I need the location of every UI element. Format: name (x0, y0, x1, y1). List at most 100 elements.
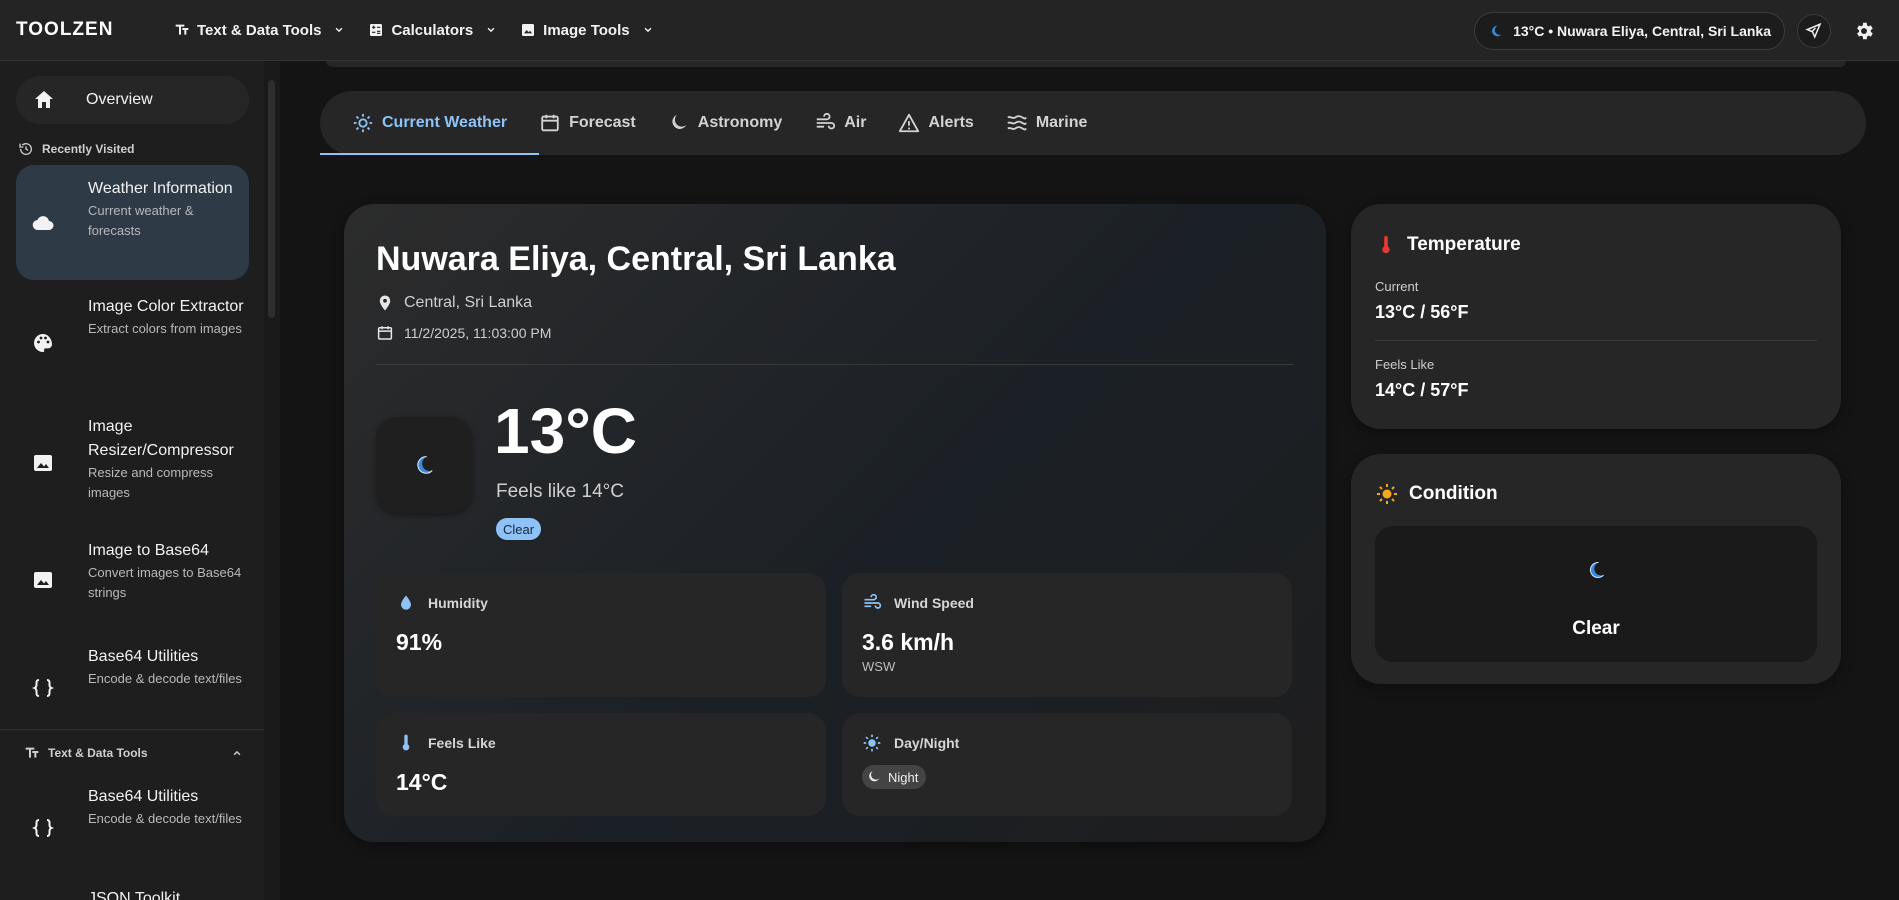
moon-icon (1492, 25, 1502, 36)
calendar-icon (541, 114, 559, 132)
recently-visited-header: Recently Visited (18, 141, 134, 157)
weather-chip-text: 13°C • Nuwara Eliya, Central, Sri Lanka (1513, 22, 1771, 39)
topnav-label: Image Tools (543, 21, 630, 39)
sidebar-item-json-toolkit[interactable]: JSON Toolkit (16, 877, 249, 900)
sidebar-item-image-resizer[interactable]: Image Resizer/Compressor Resize and comp… (16, 405, 249, 520)
topnav-image-tools[interactable]: Image Tools (520, 22, 654, 39)
sidebar-item-title: Base64 Utilities (88, 648, 199, 665)
wind-speed-card: Wind Speed 3.6 km/h WSW (842, 573, 1292, 697)
stat-value: 14°C (396, 769, 448, 795)
image-icon (34, 454, 52, 471)
header-card-edge (326, 61, 1846, 67)
top-right-controls: 13°C • Nuwara Eliya, Central, Sri Lanka (1474, 0, 1899, 61)
tab-label: Current Weather (382, 114, 508, 131)
feels-like-card: Feels Like 14°C (376, 713, 826, 816)
text-data-tools-header[interactable]: Text & Data Tools (24, 745, 244, 761)
location-region: Central, Sri Lanka (376, 294, 532, 312)
weather-tabs: Current Weather Forecast Astronomy Air A… (319, 91, 1866, 155)
current-label: Current (1375, 279, 1419, 294)
section-title: Recently Visited (42, 142, 135, 156)
stat-label: Day/Night (894, 735, 960, 751)
sidebar-item-image-to-base64[interactable]: Image to Base64 Convert images to Base64… (16, 525, 249, 635)
topnav-calculators[interactable]: Calculators (368, 22, 498, 39)
day-night-value: Night (888, 769, 919, 785)
night-icon (869, 771, 880, 782)
water-drop-icon (401, 595, 411, 610)
card-title: Temperature (1407, 234, 1521, 255)
sidebar-item-title: Weather Information (88, 180, 233, 197)
location-search-icon (1805, 22, 1822, 39)
condition-icon-box (376, 417, 472, 513)
sidebar-item-desc: Extract colors from images (88, 321, 242, 336)
feels-like-value: 14°C / 57°F (1375, 380, 1469, 400)
tab-air[interactable]: Air (814, 91, 898, 155)
tab-label: Marine (1035, 114, 1088, 131)
chevron-up-icon[interactable] (230, 746, 244, 760)
chevron-down-icon (487, 27, 495, 33)
wind-icon (864, 593, 882, 609)
stat-header: Day/Night (862, 733, 959, 753)
code-braces-icon (31, 819, 55, 837)
night-icon (672, 114, 687, 129)
stat-header: Feels Like (396, 733, 496, 753)
sidebar-item-base64-utilities-2[interactable]: Base64 Utilities Encode & decode text/fi… (16, 773, 249, 883)
settings-button[interactable] (1851, 18, 1877, 44)
sidebar-item-title: Base64 Utilities (88, 788, 199, 805)
waves-icon (1007, 115, 1027, 131)
stat-label: Wind Speed (894, 595, 974, 611)
text-format-icon (25, 747, 39, 758)
sidebar-item-desc: Convert images to Base64 strings (88, 565, 242, 600)
air-icon (816, 112, 836, 130)
stat-header: Humidity (396, 593, 488, 613)
wind-direction: WSW (862, 659, 896, 674)
stat-header: Wind Speed (862, 593, 974, 613)
sidebar-item-weather-information[interactable]: Weather Information Current weather & fo… (16, 165, 249, 280)
condition-text: Clear (1572, 618, 1620, 639)
tab-label: Forecast (569, 114, 636, 131)
current-weather-card: Nuwara Eliya, Central, Sri Lanka Central… (344, 204, 1326, 842)
sidebar-item-base64-utilities[interactable]: Base64 Utilities Encode & decode text/fi… (16, 633, 249, 743)
sidebar-item-overview[interactable]: Overview (16, 76, 249, 124)
calculator-icon (370, 24, 383, 36)
tab-alerts[interactable]: Alerts (898, 91, 1005, 155)
location-pin-icon (379, 295, 391, 311)
sidebar-item-desc: Resize and compress images (88, 465, 213, 500)
sidebar-divider (0, 729, 264, 730)
sidebar-item-title: Image to Base64 (88, 542, 209, 559)
history-icon (19, 143, 32, 155)
tab-current-weather[interactable]: Current Weather (319, 91, 540, 155)
location-title: Nuwara Eliya, Central, Sri Lanka (376, 240, 896, 278)
tab-label: Astronomy (697, 114, 783, 131)
chevron-down-icon (336, 27, 343, 33)
sun-icon (863, 734, 881, 752)
feels-like-label: Feels Like (1375, 357, 1435, 372)
top-bar: TOOLZEN Text & Data Tools Calculators Im… (0, 0, 1899, 61)
humidity-card: Humidity 91% (376, 573, 826, 697)
card-header: Temperature (1375, 234, 1521, 256)
sidebar-item-title: Image Color Extractor (88, 298, 244, 315)
card-header: Condition (1375, 482, 1498, 506)
brand-logo[interactable]: TOOLZEN (16, 19, 156, 41)
chevron-down-icon (644, 27, 651, 33)
card-divider (376, 364, 1294, 365)
topnav-label: Calculators (391, 21, 474, 39)
topnav-text-data-tools[interactable]: Text & Data Tools (174, 22, 346, 39)
tab-forecast[interactable]: Forecast (539, 91, 668, 155)
weather-chip[interactable]: 13°C • Nuwara Eliya, Central, Sri Lanka (1474, 11, 1785, 50)
warning-icon (899, 113, 920, 133)
feels-like-text: Feels like 14°C (496, 481, 624, 502)
location-button[interactable] (1797, 13, 1831, 48)
tab-astronomy[interactable]: Astronomy (668, 91, 814, 155)
sidebar: Overview Recently Visited Weather Inform… (0, 61, 264, 900)
sidebar-item-image-color-extractor[interactable]: Image Color Extractor Extract colors fro… (16, 285, 249, 400)
sidebar-scrollbar[interactable] (268, 80, 275, 318)
region-text: Central, Sri Lanka (404, 294, 533, 311)
tab-marine[interactable]: Marine (1006, 91, 1120, 155)
topnav-label: Text & Data Tools (197, 21, 322, 39)
palette-icon (34, 333, 52, 352)
moon-icon (1589, 561, 1604, 578)
day-night-chip: Night (862, 765, 927, 789)
thermometer-icon (1382, 235, 1390, 254)
thermometer-icon (402, 734, 410, 751)
calendar-icon (377, 326, 393, 340)
